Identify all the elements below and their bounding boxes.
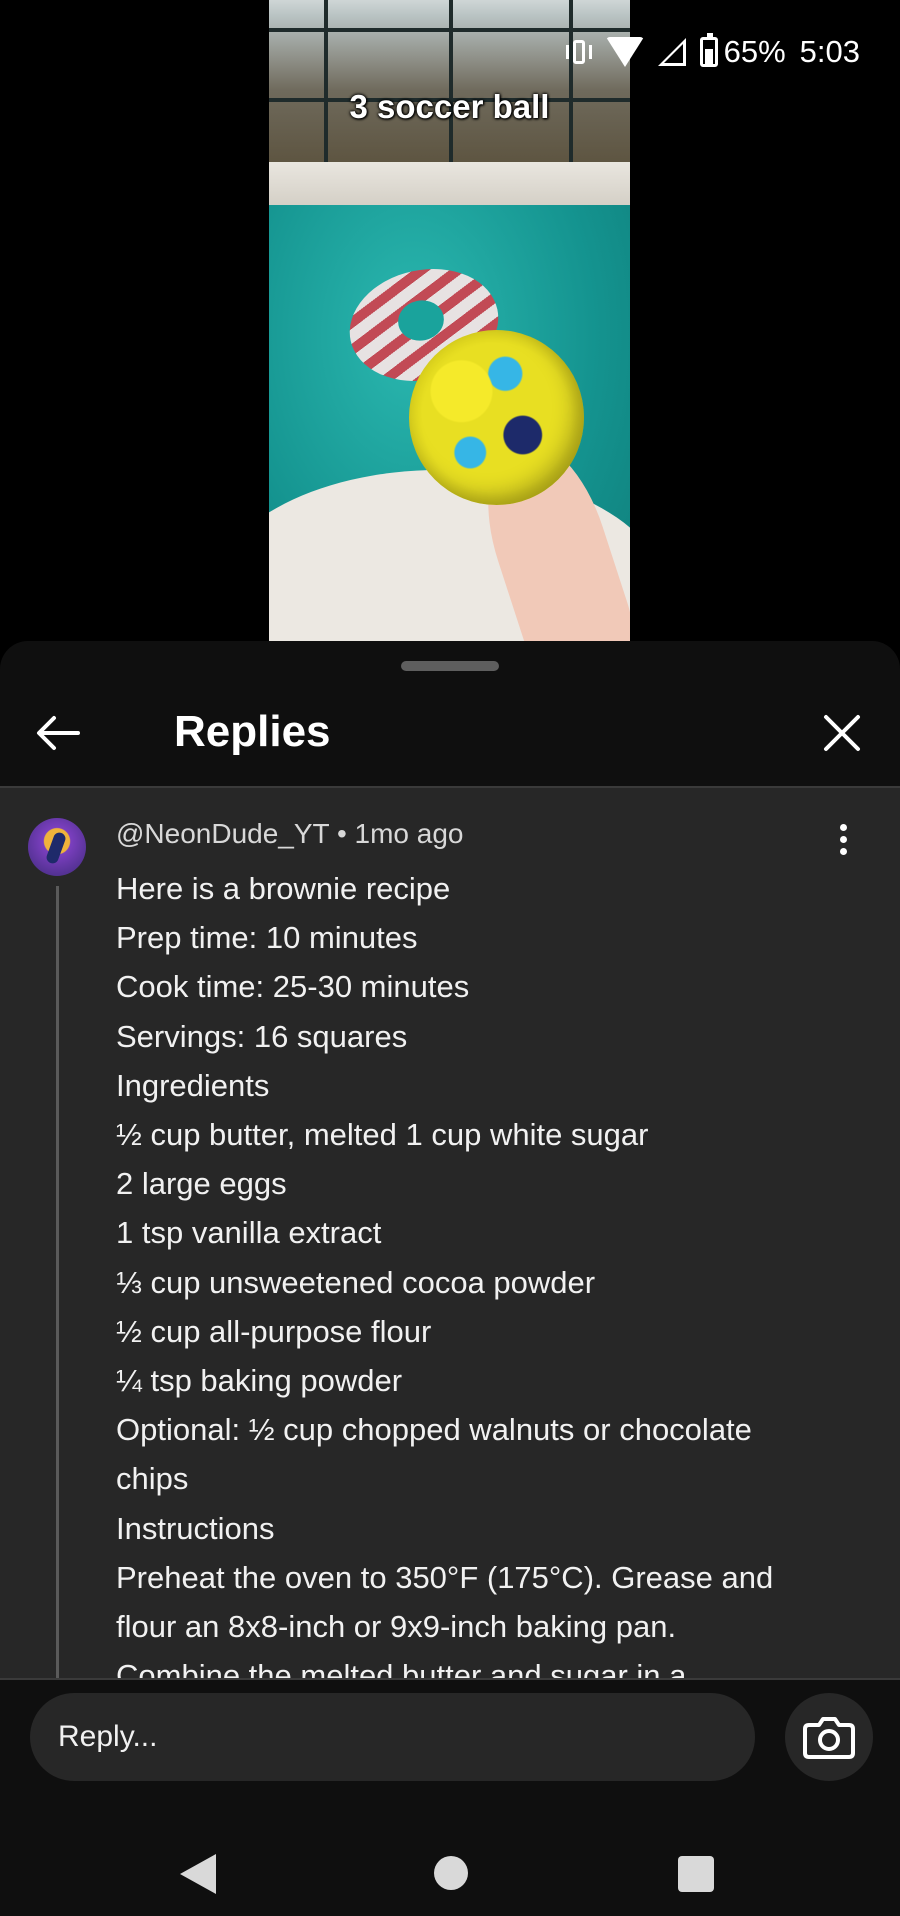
comment-line: ½ cup all-purpose flour (116, 1313, 432, 1349)
comment-thread[interactable]: @NeonDude_YT • 1mo ago Here is a brownie… (0, 788, 900, 1678)
comment-age: 1mo ago (354, 818, 464, 849)
comment-line: Optional: ½ cup chopped walnuts or choco… (116, 1412, 752, 1448)
thread-line (56, 886, 59, 1678)
reply-divider (0, 1678, 900, 1680)
reply-placeholder: Reply... (58, 1720, 158, 1753)
comment-line: Here is a brownie recipe (116, 871, 451, 906)
status-bar: 65% 5:03 (565, 32, 860, 72)
camera-icon (803, 1717, 855, 1759)
signal-icon (657, 38, 686, 66)
video-fence (269, 0, 630, 165)
comment-line: Ingredients (116, 1067, 270, 1103)
avatar[interactable] (28, 818, 86, 876)
comment-author[interactable]: @NeonDude_YT (116, 818, 329, 849)
sheet-title: Replies (174, 707, 331, 756)
close-button[interactable] (812, 703, 872, 763)
wifi-icon (605, 37, 644, 67)
comment-line: ¼ tsp baking powder (116, 1363, 403, 1399)
video-caption: 3 soccer ball (349, 88, 550, 125)
meta-separator: • (336, 818, 347, 849)
comment-line: Servings: 16 squares (116, 1018, 408, 1054)
vibrate-icon (565, 38, 592, 66)
comment-line: Cook time: 25-30 minutes (116, 969, 470, 1005)
drag-handle[interactable] (401, 661, 499, 671)
soccer-ball (409, 330, 584, 505)
replies-sheet: Replies @NeonDude_YT • 1mo ago Here is a… (0, 641, 900, 1916)
comment-line: chips (116, 1461, 189, 1497)
comment-line: Combine the melted butter and sugar in a (116, 1658, 687, 1678)
back-button[interactable] (30, 703, 90, 763)
comment-meta: @NeonDude_YT • 1mo ago (116, 818, 464, 850)
comment-body: Here is a brownie recipe Prep time: 10 mi… (116, 864, 836, 1678)
comment-line: Instructions (116, 1510, 275, 1546)
close-icon (824, 715, 860, 751)
comment-line: 1 tsp vanilla extract (116, 1215, 382, 1251)
comment-line: ½ cup butter, melted 1 cup white sugar (116, 1117, 649, 1153)
more-options-button[interactable] (832, 818, 856, 862)
nav-recents-button[interactable] (678, 1856, 714, 1892)
comment-line: flour an 8x8-inch or 9x9-inch baking pan… (116, 1609, 677, 1645)
battery-percent: 65% (723, 34, 786, 69)
more-vert-icon (840, 824, 847, 831)
comment-line: 2 large eggs (116, 1166, 287, 1202)
comment-line: ⅓ cup unsweetened cocoa powder (116, 1264, 596, 1300)
reply-input[interactable]: Reply... (30, 1693, 755, 1781)
comment-line: Preheat the oven to 350°F (175°C). Greas… (116, 1559, 774, 1595)
arrow-left-icon (37, 716, 80, 750)
camera-button[interactable] (785, 1693, 873, 1781)
system-nav-bar (0, 1821, 900, 1916)
comment-line: Prep time: 10 minutes (116, 920, 418, 956)
nav-home-button[interactable] (434, 1856, 468, 1890)
battery-icon (699, 33, 718, 67)
nav-back-button[interactable] (180, 1854, 216, 1894)
clock: 5:03 (799, 34, 860, 69)
